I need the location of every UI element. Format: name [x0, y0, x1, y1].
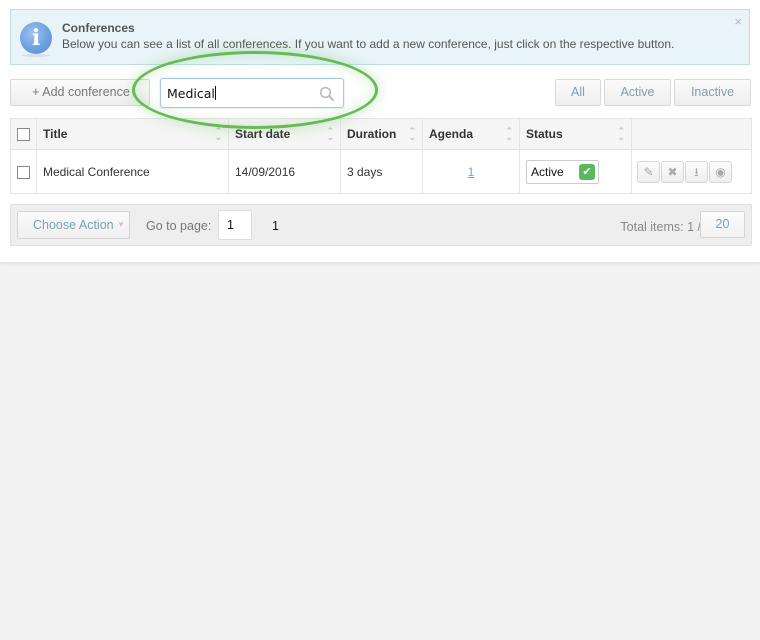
- edit-icon: ✎: [643, 164, 654, 179]
- goto-page-label: Go to page:: [146, 219, 212, 233]
- sort-icon[interactable]: ⌃ ⌄: [326, 127, 334, 142]
- info-text: Below you can see a list of all conferen…: [62, 37, 675, 51]
- delete-icon: ✖: [667, 164, 678, 179]
- view-icon: ◉: [715, 164, 726, 179]
- search-input[interactable]: Medical: [160, 78, 344, 108]
- status-value: Active: [531, 164, 564, 179]
- column-duration[interactable]: Duration ⌃ ⌄: [340, 118, 423, 150]
- column-start-date[interactable]: Start date ⌃ ⌄: [228, 118, 341, 150]
- row-checkbox[interactable]: [17, 165, 30, 179]
- agenda-link[interactable]: 1: [468, 165, 475, 179]
- table-row: Medical Conference 14/09/2016 3 days 1 A…: [10, 149, 752, 194]
- conferences-panel: i Conferences Below you can see a list o…: [0, 0, 760, 263]
- column-status[interactable]: Status ⌃ ⌄: [519, 118, 632, 150]
- page-count: 1: [272, 219, 279, 233]
- dropdown-arrow-icon: ▼: [117, 220, 125, 229]
- download-button[interactable]: ⭳: [685, 160, 708, 183]
- search-value: Medical: [167, 86, 215, 101]
- download-icon: ⭳: [694, 164, 699, 179]
- delete-button[interactable]: ✖: [661, 160, 684, 183]
- conferences-table: Title ⌃ ⌄ Start date ⌃ ⌄ Duration ⌃ ⌄ Agenda ⌃ ⌄…: [10, 118, 752, 194]
- column-agenda[interactable]: Agenda ⌃ ⌄: [422, 118, 520, 150]
- select-all-checkbox[interactable]: [17, 128, 30, 142]
- add-conference-button[interactable]: + Add conference: [10, 79, 150, 106]
- info-title: Conferences: [62, 21, 135, 35]
- edit-button[interactable]: ✎: [637, 160, 660, 183]
- cell-start-date: 14/09/2016: [228, 149, 341, 194]
- search-icon[interactable]: [319, 86, 335, 102]
- filter-all-button[interactable]: All: [555, 79, 601, 106]
- sort-icon[interactable]: ⌃ ⌄: [505, 127, 513, 142]
- table-footer: Choose Action ▼ Go to page: 1 1 Total it…: [10, 204, 752, 246]
- table-header-row: Title ⌃ ⌄ Start date ⌃ ⌄ Duration ⌃ ⌄ Agenda ⌃ ⌄…: [10, 118, 752, 150]
- column-actions: [631, 118, 752, 150]
- choose-action-dropdown[interactable]: Choose Action ▼: [17, 211, 130, 239]
- info-icon: i: [20, 22, 52, 57]
- close-icon[interactable]: ×: [734, 14, 742, 29]
- column-title[interactable]: Title ⌃ ⌄: [36, 118, 229, 150]
- filter-active-button[interactable]: Active: [604, 79, 671, 106]
- info-banner: i Conferences Below you can see a list o…: [10, 9, 750, 65]
- cell-title: Medical Conference: [36, 149, 229, 194]
- check-icon: ✔: [579, 163, 595, 180]
- sort-icon[interactable]: ⌃ ⌄: [408, 127, 416, 142]
- goto-page-input[interactable]: 1: [218, 210, 252, 240]
- cell-duration: 3 days: [340, 149, 423, 194]
- per-page-select[interactable]: 20: [700, 211, 745, 238]
- total-items: Total items: 1 /: [620, 220, 701, 234]
- filter-inactive-button[interactable]: Inactive: [674, 79, 751, 106]
- view-button[interactable]: ◉: [709, 160, 732, 183]
- sort-icon[interactable]: ⌃ ⌄: [214, 127, 222, 142]
- status-select[interactable]: Active ✔: [526, 159, 599, 184]
- sort-icon[interactable]: ⌃ ⌄: [617, 127, 625, 142]
